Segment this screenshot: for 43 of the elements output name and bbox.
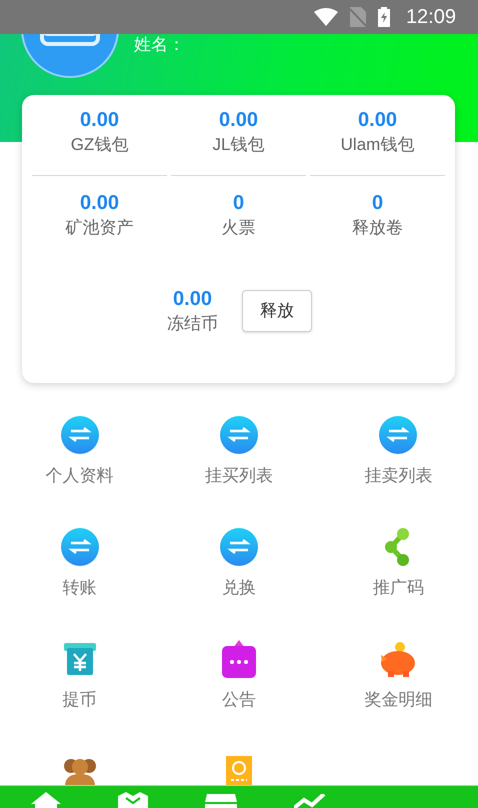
frozen-label: 冻结币 <box>167 313 218 335</box>
people-icon <box>62 757 98 785</box>
exchange-icon <box>60 528 99 566</box>
ticket-icon <box>224 756 254 786</box>
release-button[interactable]: 释放 <box>242 290 312 332</box>
wallet-amount: 0 <box>372 191 384 216</box>
exchange-icon <box>379 416 418 454</box>
menu-label[interactable]: 挂卖列表 <box>364 463 432 489</box>
menu-label[interactable]: 提币 <box>62 687 97 713</box>
menu-label[interactable]: 兑换 <box>222 575 256 601</box>
wallet-amount: 0.00 <box>219 108 258 133</box>
menu-label[interactable]: 转账 <box>62 575 97 601</box>
wallet-label: Ulam钱包 <box>340 134 414 156</box>
store-icon[interactable] <box>205 794 237 808</box>
wallet-amount: 0.00 <box>358 108 397 133</box>
menu-label[interactable]: 个人资料 <box>46 463 114 489</box>
menu-label[interactable]: 挂买列表 <box>204 463 273 489</box>
wallet-label: 矿池资产 <box>66 217 134 239</box>
exchange-icon <box>220 416 258 454</box>
wallet-amount: 0.00 <box>80 108 119 133</box>
exchange-icon <box>220 528 258 566</box>
chart-icon[interactable] <box>294 794 328 808</box>
menu-label[interactable]: 推广码 <box>372 575 424 601</box>
wifi-icon <box>314 8 338 26</box>
menu-label[interactable]: 奖金明细 <box>364 687 432 713</box>
notice-board-icon <box>220 640 257 678</box>
exchange-icon <box>60 416 99 454</box>
wallet-amount: 0 <box>232 191 244 216</box>
wallet-label: GZ钱包 <box>70 134 128 156</box>
frozen-amount: 0.00 <box>173 287 212 312</box>
battery-icon <box>378 7 390 27</box>
menu-label[interactable]: 公告 <box>222 687 256 713</box>
clock-time: 12:09 <box>406 5 456 30</box>
atm-icon <box>62 642 97 676</box>
handshake-icon[interactable] <box>118 792 148 808</box>
avatar[interactable] <box>19 34 121 78</box>
wallet-label: 火票 <box>222 217 256 239</box>
home-icon[interactable] <box>31 792 61 808</box>
no-sim-icon <box>350 7 366 27</box>
wallet-amount: 0.00 <box>80 191 119 216</box>
wallet-label: 释放卷 <box>352 217 403 239</box>
wallet-label: JL钱包 <box>212 134 264 156</box>
name-label: 姓名： <box>134 36 185 53</box>
